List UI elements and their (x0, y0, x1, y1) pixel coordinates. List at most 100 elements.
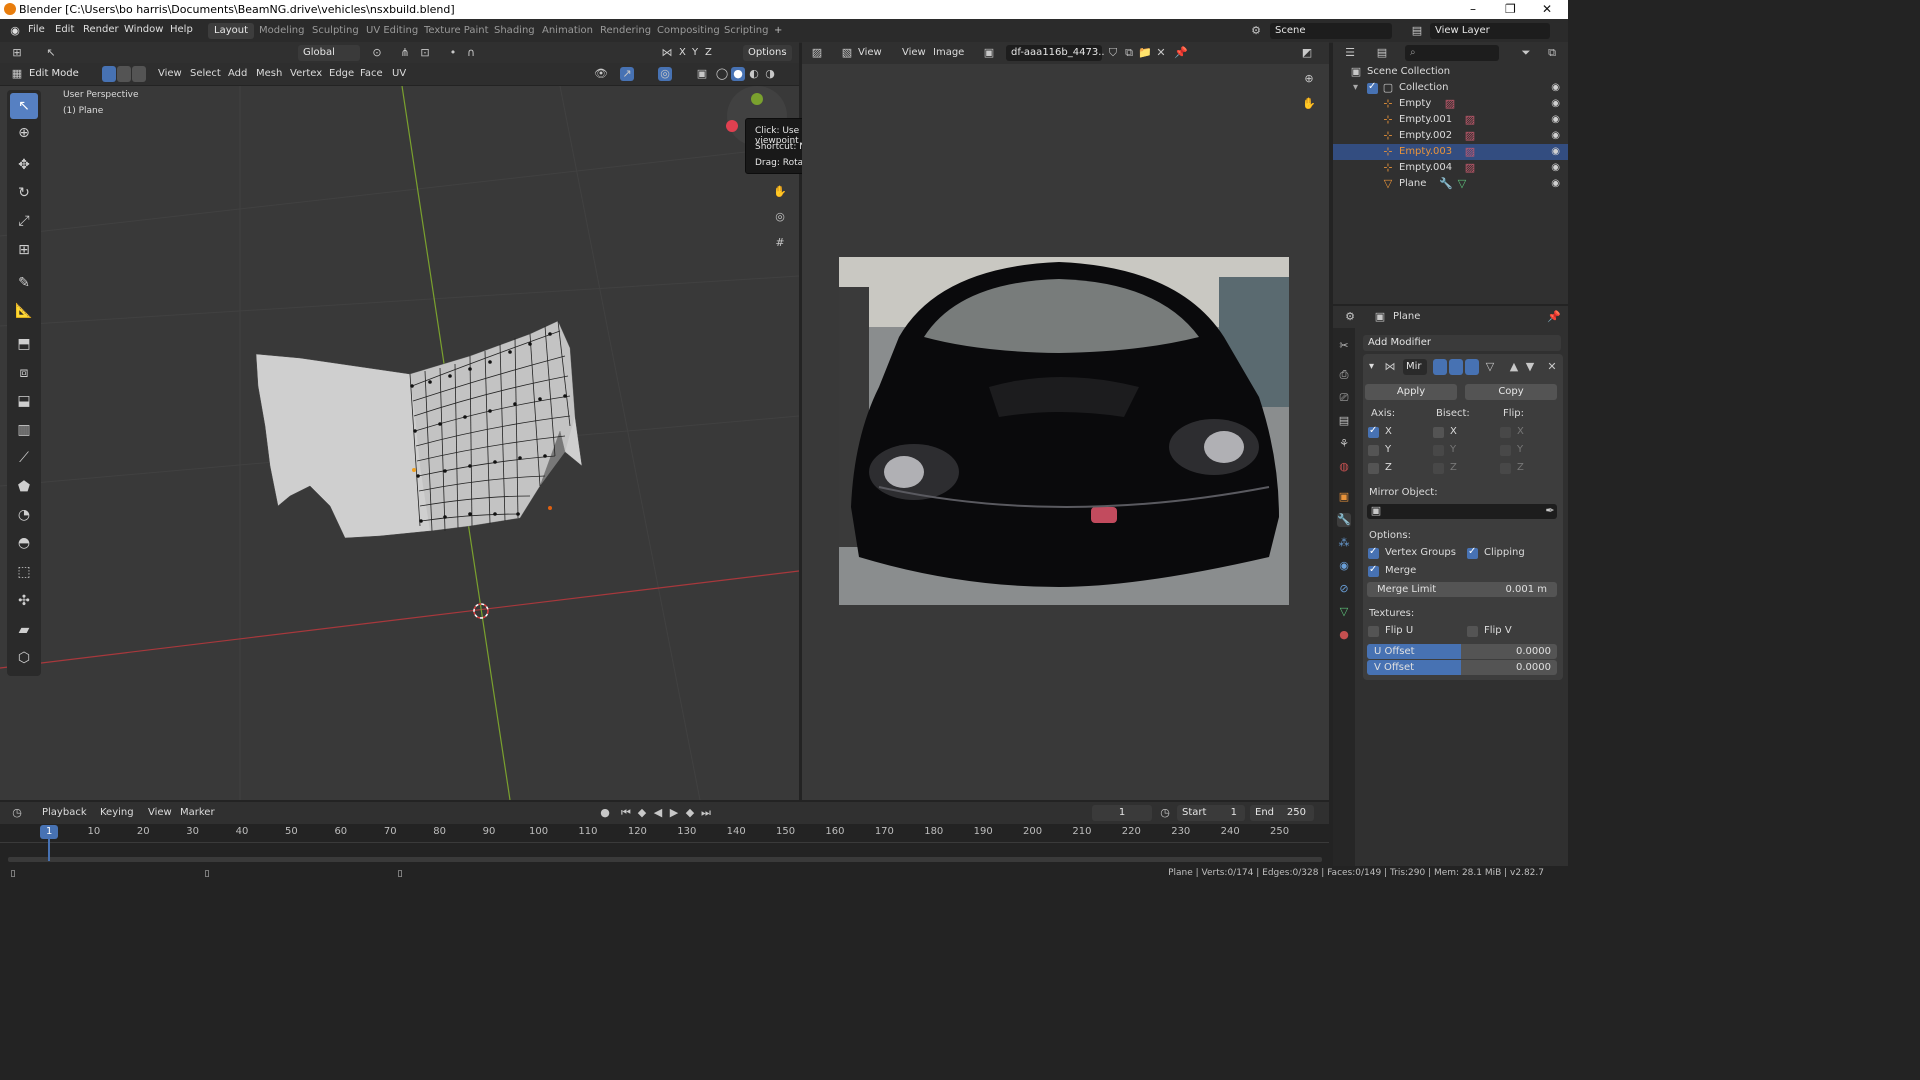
remove-modifier-icon[interactable]: ✕ (1545, 360, 1559, 374)
outliner-search-input[interactable]: ⌕ (1405, 45, 1499, 61)
timeline-scrollbar[interactable] (8, 857, 1322, 862)
outliner-item-empty-003[interactable]: ⊹ Empty.003 ▨ ◉ (1333, 144, 1568, 160)
image-name-field[interactable]: df-aaa116b_4473.. (1006, 45, 1105, 61)
axis-z-toggle[interactable]: Z (705, 47, 712, 58)
scene-icon[interactable]: ⚙ (1249, 24, 1263, 38)
transform-orientation-select[interactable]: Global (298, 45, 360, 61)
add-modifier-dropdown[interactable]: Add Modifier (1363, 335, 1561, 351)
axis-y-checkbox[interactable] (1368, 445, 1379, 456)
render-tab-icon[interactable]: ⎙ (1337, 368, 1351, 382)
flip-x-checkbox[interactable] (1500, 427, 1511, 438)
timeline-type-icon[interactable]: ◷ (10, 806, 24, 820)
start-frame-field[interactable]: Start 1 (1177, 805, 1245, 821)
tab-compositing[interactable]: Compositing (651, 23, 726, 39)
transform-tool-icon[interactable]: ⊞ (10, 237, 38, 263)
menu-face[interactable]: Face (360, 68, 383, 79)
pivot-icon[interactable]: ⊙ (370, 46, 384, 60)
display-channels-icon[interactable]: ◩ (1300, 46, 1314, 60)
annotate-tool-icon[interactable]: ✎ (10, 270, 38, 296)
axis-y-toggle[interactable]: Y (692, 47, 698, 58)
menu-edit[interactable]: Edit (55, 24, 74, 35)
flip-y-checkbox[interactable] (1500, 445, 1511, 456)
image-data-icon[interactable]: ▨ (1463, 129, 1477, 143)
ortho-grid-icon[interactable]: # (773, 236, 787, 250)
camera-view-icon[interactable]: ◎ (773, 210, 787, 224)
3d-viewport[interactable]: User Perspective (1) Plane ✋ ◎ # (0, 86, 799, 800)
tab-shading[interactable]: Shading (488, 23, 541, 39)
outliner-item-empty-002[interactable]: ⊹ Empty.002 ▨ ◉ (1333, 128, 1568, 144)
image-menu-view-2[interactable]: View (902, 47, 926, 58)
spin-tool-icon[interactable]: ◔ (10, 502, 38, 528)
restore-button[interactable]: ❐ (1505, 2, 1516, 16)
image-data-icon[interactable]: ▨ (1463, 161, 1477, 175)
eye-icon[interactable]: ◉ (1551, 82, 1560, 93)
flip-u-checkbox[interactable] (1368, 626, 1379, 637)
tab-modeling[interactable]: Modeling (253, 23, 311, 39)
extrude-tool-icon[interactable]: ⬒ (10, 331, 38, 357)
wireframe-shading-icon[interactable]: ◯ (715, 67, 729, 81)
tab-sculpting[interactable]: Sculpting (306, 23, 365, 39)
apply-button[interactable]: Apply (1365, 384, 1457, 400)
mesh-data-icon[interactable]: ▽ (1455, 177, 1469, 191)
visibility-icon[interactable]: 👁 (594, 67, 608, 81)
jump-end-icon[interactable]: ⏭ (699, 806, 713, 820)
outliner-scene-collection[interactable]: ▣ Scene Collection (1333, 64, 1568, 80)
menu-select[interactable]: Select (190, 68, 221, 79)
open-image-icon[interactable]: 📁 (1138, 46, 1152, 60)
move-tool-icon[interactable]: ✥ (10, 152, 38, 178)
merge-checkbox[interactable] (1368, 564, 1379, 577)
tab-layout[interactable]: Layout (208, 23, 254, 39)
clock-icon[interactable]: ◷ (1158, 806, 1172, 820)
tab-rendering[interactable]: Rendering (594, 23, 657, 39)
zoom-icon[interactable]: ⊕ (1302, 72, 1316, 86)
menu-vertex[interactable]: Vertex (290, 68, 322, 79)
move-up-icon[interactable]: ▲ (1507, 360, 1521, 374)
shear-tool-icon[interactable]: ▰ (10, 617, 38, 643)
new-image-icon[interactable]: ⧉ (1122, 46, 1136, 60)
rendered-shading-icon[interactable]: ◑ (763, 67, 777, 81)
end-frame-field[interactable]: End 250 (1250, 805, 1314, 821)
cage-toggle-icon[interactable]: ▽ (1483, 360, 1497, 374)
view-layer-icon[interactable]: ▤ (1410, 24, 1424, 38)
mirror-icon[interactable]: ⋈ (660, 46, 674, 60)
eye-icon[interactable]: ◉ (1551, 162, 1560, 173)
u-offset-field[interactable]: U Offset 0.0000 (1367, 644, 1557, 659)
render-toggle-icon[interactable] (1465, 359, 1479, 375)
axis-x-checkbox[interactable] (1368, 425, 1379, 438)
outliner-item-plane[interactable]: ▽ Plane 🔧 ▽ ◉ (1333, 176, 1568, 192)
data-tab-icon[interactable]: ▽ (1337, 605, 1351, 619)
fake-user-icon[interactable]: ⛉ (1106, 46, 1120, 60)
menu-file[interactable]: File (28, 24, 45, 35)
flip-v-checkbox[interactable] (1467, 626, 1478, 637)
menu-window[interactable]: Window (124, 24, 163, 35)
menu-add[interactable]: Add (228, 68, 247, 79)
outliner-collection[interactable]: ▾ ▢ Collection ◉ (1333, 80, 1568, 96)
snap-icon[interactable]: ⋔ (398, 46, 412, 60)
modifier-tab-icon[interactable]: 🔧 (1337, 513, 1351, 527)
constraints-tab-icon[interactable]: ⊘ (1337, 582, 1351, 596)
solid-shading-icon[interactable]: ● (731, 67, 745, 81)
image-pan-icon[interactable]: ✋ (1302, 97, 1316, 111)
edge-slide-tool-icon[interactable]: ⬚ (10, 559, 38, 585)
measure-tool-icon[interactable]: 📐 (10, 298, 38, 324)
image-data-icon[interactable]: ▨ (1463, 113, 1477, 127)
add-workspace-button[interactable]: + (768, 23, 788, 39)
eye-icon[interactable]: ◉ (1551, 114, 1560, 125)
object-tab-icon[interactable]: ▣ (1337, 490, 1351, 504)
inset-tool-icon[interactable]: ⧈ (10, 360, 38, 386)
options-dropdown[interactable]: Options (743, 45, 792, 61)
menu-playback[interactable]: Playback (42, 807, 87, 818)
menu-keying[interactable]: Keying (100, 807, 134, 818)
display-mode-icon[interactable]: ▤ (1375, 46, 1389, 60)
menu-uv[interactable]: UV (392, 68, 406, 79)
proportional-edit-icon[interactable]: • (446, 46, 460, 60)
flip-z-checkbox[interactable] (1500, 463, 1511, 474)
image-browse-icon[interactable]: ▣ (982, 46, 996, 60)
vertex-groups-checkbox[interactable] (1368, 546, 1379, 559)
copy-button[interactable]: Copy (1465, 384, 1557, 400)
prev-keyframe-icon[interactable]: ◆ (635, 806, 649, 820)
next-keyframe-icon[interactable]: ◆ (683, 806, 697, 820)
bevel-tool-icon[interactable]: ⬓ (10, 388, 38, 414)
filter-icon[interactable]: ⏷ (1519, 46, 1533, 60)
pin-icon[interactable]: 📌 (1547, 310, 1561, 324)
